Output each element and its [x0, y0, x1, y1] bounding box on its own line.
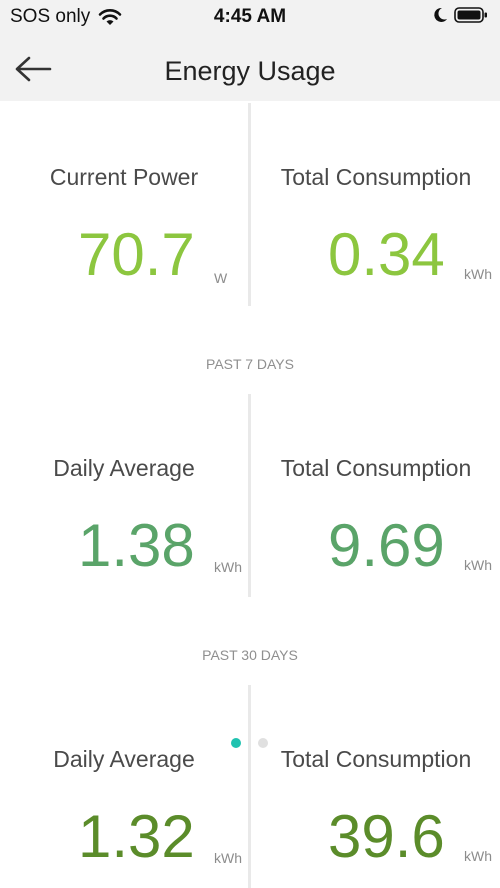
page-title: Energy Usage [164, 56, 336, 86]
current-power-label: Current Power [49, 164, 199, 190]
divider-30-days [248, 685, 251, 888]
divider-7-days [248, 394, 251, 597]
past-7-days-heading: PAST 7 DAYS [206, 356, 294, 372]
7-days-average-label: Daily Average [53, 455, 195, 481]
30-days-average-label: Daily Average [53, 746, 195, 772]
7-days-total-label: Total Consumption [280, 455, 472, 481]
current-total-label: Total Consumption [280, 164, 472, 190]
7-days-average-unit: kWh [214, 559, 242, 575]
past-30-days-heading: PAST 30 DAYS [202, 647, 298, 663]
7-days-total-value: 9.69 [328, 512, 445, 579]
moon-icon [434, 7, 447, 22]
30-days-total-unit: kWh [464, 848, 492, 864]
current-total-unit: kWh [464, 266, 492, 282]
30-days-total-label: Total Consumption [280, 746, 472, 772]
current-power-value: 70.7 [78, 221, 195, 288]
30-days-average-unit: kWh [214, 850, 242, 866]
current-total-value: 0.34 [328, 221, 445, 288]
7-days-total-unit: kWh [464, 557, 492, 573]
status-time: 4:45 AM [213, 6, 287, 27]
7-days-average-value: 1.38 [78, 512, 195, 579]
current-power-unit: W [214, 270, 228, 286]
divider-current [248, 103, 251, 306]
nav-bar: Energy Usage [0, 34, 500, 101]
30-days-total-value: 39.6 [328, 803, 445, 870]
30-days-average-value: 1.32 [78, 803, 195, 870]
battery-icon [454, 7, 487, 23]
status-bar: SOS only 4:45 AM [0, 0, 500, 34]
status-indicators [432, 6, 488, 24]
